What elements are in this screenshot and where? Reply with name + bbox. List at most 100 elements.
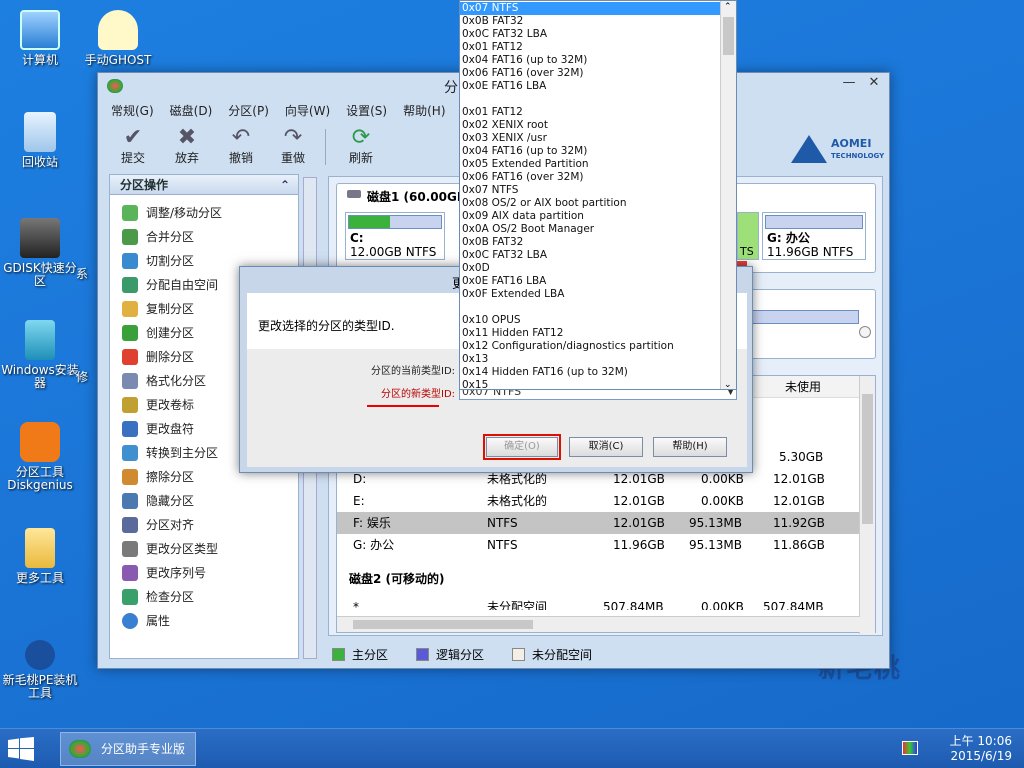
- op-split[interactable]: 切割分区: [122, 250, 194, 272]
- dropdown-option[interactable]: 0x09 AIX data partition: [460, 210, 722, 223]
- dropdown-option[interactable]: 0x06 FAT16 (over 32M): [460, 171, 722, 184]
- redo-button[interactable]: ↷ 重做: [271, 125, 315, 169]
- dropdown-option[interactable]: 0x0F Extended LBA: [460, 288, 722, 301]
- start-button[interactable]: [8, 737, 40, 761]
- discard-button[interactable]: ✖ 放弃: [165, 125, 209, 169]
- dropdown-option[interactable]: 0x0C FAT32 LBA: [460, 28, 722, 41]
- menu-settings[interactable]: 设置(S): [338, 101, 395, 121]
- op-allocate-free[interactable]: 分配自由空间: [122, 274, 218, 296]
- submit-button[interactable]: ✔ 提交: [111, 125, 155, 169]
- desktop-icon-diskgenius[interactable]: 分区工具Diskgenius: [0, 422, 80, 492]
- dropdown-option[interactable]: 0x03 XENIX /usr: [460, 132, 722, 145]
- scroll-thumb[interactable]: [353, 620, 533, 629]
- desktop-icon-gdisk[interactable]: GDISK快速分区: [0, 218, 80, 288]
- dropdown-option[interactable]: 0x0B FAT32: [460, 15, 722, 28]
- dropdown-option[interactable]: 0x02 XENIX root: [460, 119, 722, 132]
- op-align[interactable]: 分区对齐: [122, 514, 194, 536]
- minimize-button[interactable]: —: [835, 73, 863, 93]
- desktop-icon-partial-1[interactable]: 系: [72, 268, 92, 281]
- op-wipe[interactable]: 擦除分区: [122, 466, 194, 488]
- op-change-serial[interactable]: 更改序列号: [122, 562, 206, 584]
- menu-general[interactable]: 常规(G): [103, 101, 162, 121]
- refresh-button[interactable]: ⟳ 刷新: [339, 125, 383, 169]
- desktop-icon-computer[interactable]: 计算机: [0, 10, 80, 67]
- op-copy[interactable]: 复制分区: [122, 298, 194, 320]
- dropdown-option[interactable]: 0x11 Hidden FAT12: [460, 327, 722, 340]
- dropdown-option[interactable]: [460, 93, 722, 106]
- op-hide[interactable]: 隐藏分区: [122, 490, 194, 512]
- dropdown-option[interactable]: 0x07 NTFS: [460, 184, 722, 197]
- undo-button[interactable]: ↶ 撤销: [219, 125, 263, 169]
- dropdown-option[interactable]: 0x0E FAT16 LBA: [460, 80, 722, 93]
- dropdown-option[interactable]: 0x12 Configuration/diagnostics partition: [460, 340, 722, 353]
- op-convert-primary[interactable]: 转换到主分区: [122, 442, 218, 464]
- table-vertical-scrollbar[interactable]: [859, 376, 875, 634]
- table-row[interactable]: G: 办公 NTFS 11.96GB 95.13MB 11.86GB: [337, 534, 860, 556]
- op-properties[interactable]: 属性: [122, 610, 170, 632]
- ok-button[interactable]: 确定(O): [483, 434, 561, 460]
- table-horizontal-scrollbar[interactable]: [337, 616, 860, 632]
- menu-help[interactable]: 帮助(H): [395, 101, 453, 121]
- table-row-partial[interactable]: * 未分配空间 507.84MB 0.00KB 507.84MB: [337, 596, 860, 610]
- dropdown-option[interactable]: 0x04 FAT16 (up to 32M): [460, 54, 722, 67]
- dropdown-scrollbar[interactable]: ⌃ ⌄: [720, 1, 736, 389]
- dropdown-option[interactable]: 0x15: [460, 379, 722, 389]
- op-format[interactable]: 格式化分区: [122, 370, 206, 392]
- scroll-down-icon[interactable]: ⌄: [724, 380, 732, 389]
- op-change-letter[interactable]: 更改盘符: [122, 418, 194, 440]
- desktop-icon-recycle-bin[interactable]: 回收站: [0, 112, 80, 169]
- dropdown-option[interactable]: 0x0A OS/2 Boot Manager: [460, 223, 722, 236]
- scroll-knob[interactable]: [859, 326, 871, 338]
- menu-partition[interactable]: 分区(P): [220, 101, 277, 121]
- cancel-button[interactable]: 取消(C): [569, 437, 643, 457]
- removable-bar[interactable]: [737, 310, 859, 324]
- op-check[interactable]: 检查分区: [122, 586, 194, 608]
- dropdown-option[interactable]: 0x01 FAT12: [460, 106, 722, 119]
- panel-header[interactable]: 分区操作 ⌃: [110, 175, 298, 195]
- table-row-selected[interactable]: F: 娱乐 NTFS 12.01GB 95.13MB 11.92GB: [337, 512, 860, 534]
- clock[interactable]: 上午 10:06 2015/6/19: [950, 734, 1012, 764]
- help-button[interactable]: 帮助(H): [653, 437, 727, 457]
- op-resize-move[interactable]: 调整/移动分区: [122, 202, 222, 224]
- menu-disk[interactable]: 磁盘(D): [162, 101, 221, 121]
- dropdown-option[interactable]: 0x10 OPUS: [460, 314, 722, 327]
- partition-block-g[interactable]: G: 办公 11.96GB NTFS: [762, 212, 866, 260]
- partition-block-selected[interactable]: TS: [737, 212, 759, 260]
- desktop-icon-more-tools[interactable]: 更多工具: [0, 528, 80, 585]
- taskbar-app-partition-assistant[interactable]: 分区助手专业版: [60, 732, 196, 766]
- op-change-label[interactable]: 更改卷标: [122, 394, 194, 416]
- desktop-icon-partial-2[interactable]: 修: [72, 371, 92, 384]
- scroll-up-icon[interactable]: ⌃: [724, 2, 732, 12]
- dropdown-option[interactable]: 0x05 Extended Partition: [460, 158, 722, 171]
- dropdown-option[interactable]: 0x0D: [460, 262, 722, 275]
- desktop-icon-windows-installer[interactable]: Windows安装器: [0, 320, 80, 390]
- dropdown-option[interactable]: [460, 301, 722, 314]
- close-button[interactable]: ✕: [860, 73, 888, 93]
- dropdown-option[interactable]: 0x0B FAT32: [460, 236, 722, 249]
- menu-wizard[interactable]: 向导(W): [277, 101, 338, 121]
- column-unused[interactable]: 未使用: [785, 376, 821, 398]
- dropdown-option[interactable]: 0x08 OS/2 or AIX boot partition: [460, 197, 722, 210]
- dropdown-option[interactable]: 0x06 FAT16 (over 32M): [460, 67, 722, 80]
- collapse-icon[interactable]: ⌃: [280, 175, 290, 195]
- table-row[interactable]: E: 未格式化的 12.01GB 0.00KB 12.01GB: [337, 490, 860, 512]
- op-change-type[interactable]: 更改分区类型: [122, 538, 218, 560]
- desktop-icon-ghost[interactable]: 手动GHOST: [78, 10, 158, 67]
- dropdown-option[interactable]: 0x13: [460, 353, 722, 366]
- dropdown-option[interactable]: 0x0C FAT32 LBA: [460, 249, 722, 262]
- tray-icon[interactable]: [902, 741, 918, 755]
- disk2-header-row[interactable]: 磁盘2 (可移动的): [337, 568, 860, 590]
- dropdown-option[interactable]: 0x14 Hidden FAT16 (up to 32M): [460, 366, 722, 379]
- dropdown-option[interactable]: 0x0E FAT16 LBA: [460, 275, 722, 288]
- type-id-dropdown-list[interactable]: 0x07 NTFS 0x0B FAT32 0x0C FAT32 LBA 0x01 FA…: [459, 0, 737, 390]
- dropdown-option-selected[interactable]: 0x07 NTFS: [460, 2, 722, 15]
- scroll-thumb[interactable]: [723, 17, 734, 55]
- op-delete[interactable]: 删除分区: [122, 346, 194, 368]
- op-create[interactable]: 创建分区: [122, 322, 194, 344]
- partition-block-c[interactable]: C: 12.00GB NTFS: [345, 212, 445, 260]
- scroll-thumb[interactable]: [862, 394, 873, 524]
- dropdown-option[interactable]: 0x01 FAT12: [460, 41, 722, 54]
- dropdown-option[interactable]: 0x04 FAT16 (up to 32M): [460, 145, 722, 158]
- desktop-icon-pe-installer[interactable]: 新毛桃PE装机工具: [0, 640, 80, 700]
- op-merge[interactable]: 合并分区: [122, 226, 194, 248]
